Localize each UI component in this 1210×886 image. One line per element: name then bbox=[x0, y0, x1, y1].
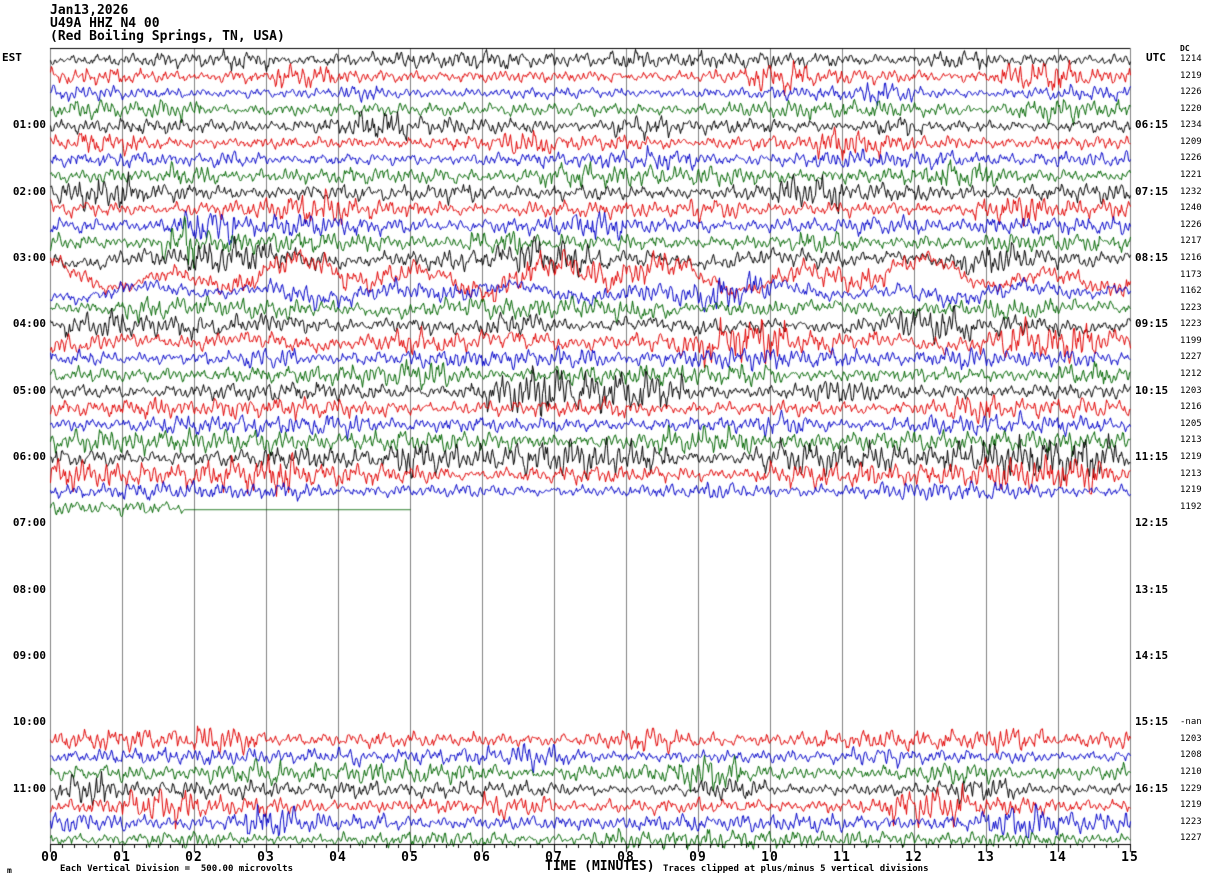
dc-value: 1216 bbox=[1180, 252, 1202, 263]
dc-value: 1216 bbox=[1180, 402, 1202, 413]
x-tick-label: 12 bbox=[905, 850, 923, 865]
est-hour-label: 10:00 bbox=[12, 715, 46, 729]
x-tick-label: 00 bbox=[41, 850, 59, 865]
utc-hour-label: 08:15 bbox=[1135, 250, 1169, 264]
dc-value: 1219 bbox=[1180, 485, 1202, 496]
x-tick-label: 05 bbox=[401, 850, 419, 865]
right-axis-header: UTC bbox=[1146, 51, 1166, 64]
dc-value: 1210 bbox=[1180, 767, 1202, 778]
utc-hour-label: 12:15 bbox=[1135, 516, 1169, 530]
est-hour-label: 02:00 bbox=[12, 184, 46, 198]
dc-value: -nan bbox=[1180, 717, 1202, 728]
est-hour-label: 01:00 bbox=[12, 118, 46, 132]
est-hour-label: 09:00 bbox=[12, 648, 46, 662]
est-hour-label: 08:00 bbox=[12, 582, 46, 596]
dc-value: 1226 bbox=[1180, 87, 1202, 98]
dc-value: 1229 bbox=[1180, 783, 1202, 794]
dc-value: 1212 bbox=[1180, 369, 1202, 380]
dc-value: 1213 bbox=[1180, 435, 1202, 446]
est-hour-label: 03:00 bbox=[12, 250, 46, 264]
utc-hour-label: 11:15 bbox=[1135, 449, 1169, 463]
x-tick-label: 04 bbox=[329, 850, 347, 865]
dc-value: 1219 bbox=[1180, 451, 1202, 462]
x-tick-label: 03 bbox=[257, 850, 275, 865]
dc-value: 1192 bbox=[1180, 501, 1202, 512]
helicorder-page: Jan13,2026 U49A HHZ N4 00 (Red Boiling S… bbox=[0, 0, 1210, 886]
est-hour-label: 07:00 bbox=[12, 516, 46, 530]
dc-value: 1208 bbox=[1180, 750, 1202, 761]
x-tick-label: 15 bbox=[1121, 850, 1139, 865]
dc-value: 1234 bbox=[1180, 120, 1202, 131]
division-note: Each Vertical Division = 500.00 microvol… bbox=[60, 864, 293, 874]
x-tick-label: 13 bbox=[977, 850, 995, 865]
utc-hour-label: 06:15 bbox=[1135, 118, 1169, 132]
clip-note: Traces clipped at plus/minus 5 vertical … bbox=[663, 864, 929, 874]
dc-value: 1219 bbox=[1180, 70, 1202, 81]
dc-value: 1220 bbox=[1180, 103, 1202, 114]
utc-hour-label: 14:15 bbox=[1135, 648, 1169, 662]
x-tick-label: 01 bbox=[113, 850, 131, 865]
dc-value: 1240 bbox=[1180, 203, 1202, 214]
dc-value: 1199 bbox=[1180, 335, 1202, 346]
x-tick-label: 11 bbox=[833, 850, 851, 865]
dc-value: 1226 bbox=[1180, 153, 1202, 164]
dc-value: 1203 bbox=[1180, 385, 1202, 396]
dc-value: 1219 bbox=[1180, 800, 1202, 811]
utc-hour-label: 09:15 bbox=[1135, 317, 1169, 331]
dc-value: 1205 bbox=[1180, 418, 1202, 429]
est-hour-label: 11:00 bbox=[12, 781, 46, 795]
dc-value: 1227 bbox=[1180, 833, 1202, 844]
dc-value: 1223 bbox=[1180, 302, 1202, 313]
dc-value: 1232 bbox=[1180, 186, 1202, 197]
dc-value: 1227 bbox=[1180, 352, 1202, 363]
seismogram-canvas bbox=[0, 0, 1210, 886]
dc-value: 1213 bbox=[1180, 468, 1202, 479]
dc-value: 1203 bbox=[1180, 733, 1202, 744]
x-tick-label: 09 bbox=[689, 850, 707, 865]
x-tick-label: 02 bbox=[185, 850, 203, 865]
dc-value: 1209 bbox=[1180, 136, 1202, 147]
x-tick-label: 10 bbox=[761, 850, 779, 865]
dc-column-header: DC bbox=[1180, 44, 1190, 53]
dc-value: 1226 bbox=[1180, 219, 1202, 230]
x-tick-label: 14 bbox=[1049, 850, 1067, 865]
dc-value: 1162 bbox=[1180, 286, 1202, 297]
dc-value: 1221 bbox=[1180, 170, 1202, 181]
utc-hour-label: 16:15 bbox=[1135, 781, 1169, 795]
utc-hour-label: 13:15 bbox=[1135, 582, 1169, 596]
dc-value: 1214 bbox=[1180, 53, 1202, 64]
dc-value: 1217 bbox=[1180, 236, 1202, 247]
est-hour-label: 05:00 bbox=[12, 383, 46, 397]
est-hour-label: 04:00 bbox=[12, 317, 46, 331]
corner-mark: m bbox=[7, 866, 12, 875]
dc-value: 1223 bbox=[1180, 816, 1202, 827]
x-tick-label: 06 bbox=[473, 850, 491, 865]
est-hour-label: 06:00 bbox=[12, 449, 46, 463]
utc-hour-label: 15:15 bbox=[1135, 715, 1169, 729]
dc-value: 1223 bbox=[1180, 319, 1202, 330]
utc-hour-label: 10:15 bbox=[1135, 383, 1169, 397]
x-axis-title: TIME (MINUTES) bbox=[545, 859, 655, 874]
dc-value: 1173 bbox=[1180, 269, 1202, 280]
title-location: (Red Boiling Springs, TN, USA) bbox=[50, 29, 285, 44]
utc-hour-label: 07:15 bbox=[1135, 184, 1169, 198]
left-axis-header: EST bbox=[2, 51, 22, 64]
